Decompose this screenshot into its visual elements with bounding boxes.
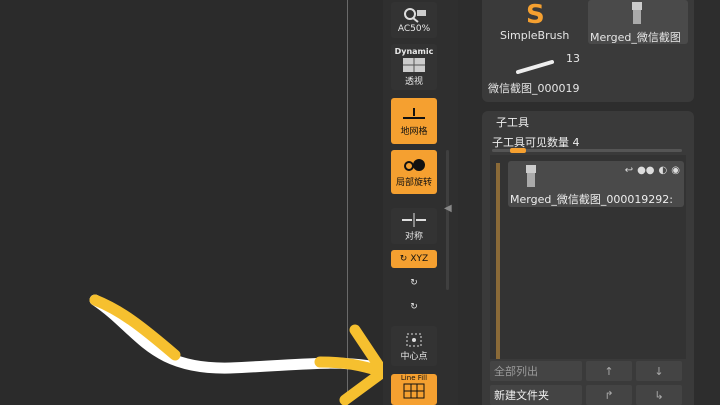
subtool-item[interactable]: ↩ ●● ◐ ◉ Merged_微信截图_000019292: [508,161,684,207]
stroke-icon [516,60,554,74]
new-folder-row: 新建文件夹 ↱ ↳ [490,385,686,405]
subtool-title[interactable]: 子工具 [496,114,529,130]
symmetry-label: 对称 [404,231,423,242]
rotate-y-button[interactable]: ↻ [391,274,437,292]
local-label: 局部旋转 [395,177,432,188]
ac50-label: AC50% [397,24,431,34]
right-shelf: AC50% Dynamic 透视 地网格 局部旋转 对称 ↻ XYZ ↻ ↻ 中… [383,0,458,405]
thumb-count: 13 [566,52,580,65]
linefill-button[interactable]: Line Fill [391,374,437,405]
arrow-icon[interactable]: ↩ [625,165,633,176]
tool-palette: S SimpleBrush Merged_微信截图 13 微信截图_000019 [482,0,694,102]
rotate-z-icon: ↻ [410,302,418,312]
persp-button[interactable]: Dynamic 透视 [391,44,437,90]
list-all-button[interactable]: 全部列出 [490,361,582,381]
screenshot-label: 微信截图_000019 [488,82,580,95]
screenshot-thumb[interactable]: 13 微信截图_000019 [486,50,586,96]
dynamic-label: Dynamic [394,47,434,56]
subtool-toggle-icons: ↩ ●● ◐ ◉ [625,165,680,176]
persp-label: 透视 [404,77,423,87]
simplebrush-thumb[interactable]: S SimpleBrush [492,0,582,44]
rotate-y-icon: ↻ [410,278,418,288]
subtool-scroll-rail[interactable] [496,163,500,359]
center-point-icon [406,333,422,346]
list-all-row: 全部列出 ↑ ↓ [490,361,686,381]
center-button[interactable]: 中心点 [391,326,437,366]
annotation-arrow [89,294,383,405]
floor-button[interactable]: 地网格 [391,98,437,144]
xyz-label: XYZ [410,254,429,264]
magnifier-icon [404,8,426,23]
move-down-button[interactable]: ↓ [636,361,682,381]
subtool-model-icon [526,165,536,187]
polyframe-icon [403,383,425,399]
slider-knob[interactable] [510,148,526,153]
merged-label: Merged_微信截图 [590,31,681,44]
collapse-arrow-icon[interactable]: ◀ [444,203,452,214]
tool-panel: S SimpleBrush Merged_微信截图 13 微信截图_000019… [458,0,720,405]
toggle-icon[interactable]: ●● [637,165,654,176]
local-rotate-icon [404,158,425,171]
subtool-list: ↩ ●● ◐ ◉ Merged_微信截图_000019292: [490,155,686,359]
subtool-item-name: Merged_微信截图_000019292: [510,193,674,206]
redo-button[interactable]: ↱ [586,385,632,405]
mode-icon[interactable]: ◐ [659,165,668,176]
rotate-z-button[interactable]: ↻ [391,298,437,316]
viewport-canvas[interactable] [0,0,383,405]
simplebrush-label: SimpleBrush [500,29,570,42]
symmetry-button[interactable]: 对称 [391,208,437,244]
insert-button[interactable]: ↳ [636,385,682,405]
move-up-button[interactable]: ↑ [586,361,632,381]
floor-grid-icon [403,107,425,119]
center-label: 中心点 [400,351,428,362]
symmetry-icon [402,212,426,227]
ac50-button[interactable]: AC50% [391,2,437,38]
xyz-button[interactable]: ↻ XYZ [391,250,437,268]
merged-thumb[interactable]: Merged_微信截图 [588,0,688,44]
floor-label: 地网格 [400,126,428,137]
visible-count-label: 子工具可见数量 4 [492,136,580,149]
simplebrush-icon: S [526,0,545,30]
eye-icon[interactable]: ◉ [671,165,680,176]
new-folder-button[interactable]: 新建文件夹 [490,385,582,405]
linefill-label: Line Fill [400,374,428,382]
rotate-xyz-icon: ↻ [399,254,408,264]
subtool-panel: 子工具 子工具可见数量 4 ↩ ●● ◐ ◉ Merged_微信截图_00001… [482,111,694,405]
merged-model-icon [632,2,642,24]
shelf-scrollbar[interactable] [446,150,449,290]
local-button[interactable]: 局部旋转 [391,150,437,194]
visible-count-slider[interactable] [492,148,682,153]
perspective-icon [403,58,425,72]
